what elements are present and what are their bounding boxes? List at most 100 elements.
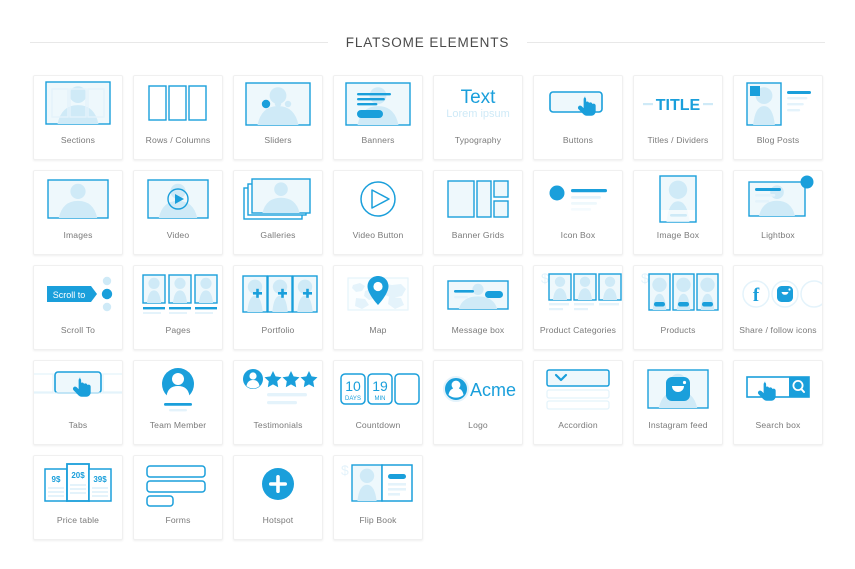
element-card-share-follow-icons[interactable]: f Share / follow icons [733, 265, 823, 350]
video-icon [134, 171, 222, 230]
element-card-tabs[interactable]: Tabs [33, 360, 123, 445]
currency-symbol: $ [641, 270, 649, 286]
element-card-hotspot[interactable]: Hotspot [233, 455, 323, 540]
element-card-instagram-feed[interactable]: Instagram feed [633, 360, 723, 445]
share-follow-icons-icon: f [734, 266, 822, 325]
element-card-accordion[interactable]: Accordion [533, 360, 623, 445]
element-card-map[interactable]: Map [333, 265, 423, 350]
countdown-days-value: 10 [345, 378, 361, 394]
element-card-video-button[interactable]: Video Button [333, 170, 423, 255]
element-card-label: Banners [361, 134, 395, 145]
element-card-pages[interactable]: Pages [133, 265, 223, 350]
element-card-flip-book[interactable]: $ Flip Book [333, 455, 423, 540]
element-card-countdown[interactable]: 10 DAYS 19 MIN Countdown [333, 360, 423, 445]
facebook-glyph: f [753, 285, 760, 306]
typography-icon: Text Lorem ipsum [434, 76, 522, 135]
countdown-days-unit: DAYS [345, 396, 361, 402]
element-card-testimonials[interactable]: Testimonials [233, 360, 323, 445]
element-card-galleries[interactable]: Galleries [233, 170, 323, 255]
element-card-label: Images [63, 229, 93, 240]
logo-text: Acme [470, 380, 516, 400]
images-icon [34, 171, 122, 230]
element-card-label: Testimonials [253, 419, 303, 430]
element-card-label: Forms [165, 514, 191, 525]
element-card-buttons[interactable]: Buttons [533, 75, 623, 160]
testimonials-icon [234, 361, 322, 420]
element-card-label: Image Box [656, 229, 700, 240]
element-card-label: Lightbox [761, 229, 795, 240]
icon-box-icon [534, 171, 622, 230]
message-box-icon [434, 266, 522, 325]
element-card-icon-box[interactable]: Icon Box [533, 170, 623, 255]
element-card-label: Price table [56, 514, 100, 525]
element-card-label: Accordion [558, 419, 598, 430]
element-card-search-box[interactable]: Search box [733, 360, 823, 445]
element-card-label: Banner Grids [451, 229, 505, 240]
banner-grids-icon [434, 171, 522, 230]
element-card-label: Share / follow icons [739, 324, 817, 335]
element-card-label: Icon Box [560, 229, 596, 240]
countdown-icon: 10 DAYS 19 MIN [334, 361, 422, 420]
element-card-team-member[interactable]: Team Member [133, 360, 223, 445]
titles-dividers-icon: TITLE [634, 76, 722, 135]
element-card-label: Typography [454, 134, 502, 145]
galleries-icon [234, 171, 322, 230]
title-text: TITLE [656, 97, 701, 114]
element-card-forms[interactable]: Forms [133, 455, 223, 540]
tabs-icon [34, 361, 122, 420]
element-card-label: Titles / Dividers [647, 134, 709, 145]
price-3: 39$ [93, 475, 107, 484]
heading-rule-right [527, 41, 826, 43]
element-card-blog-posts[interactable]: Blog Posts [733, 75, 823, 160]
blog-posts-icon [734, 76, 822, 135]
search-box-icon [734, 361, 822, 420]
element-card-video[interactable]: Video [133, 170, 223, 255]
element-card-portfolio[interactable]: Portfolio [233, 265, 323, 350]
element-card-products[interactable]: $ Products [633, 265, 723, 350]
element-card-label: Tabs [68, 419, 88, 430]
price-1: 9$ [52, 475, 61, 484]
countdown-min-value: 19 [372, 378, 388, 394]
element-card-sections[interactable]: Sections [33, 75, 123, 160]
element-card-message-box[interactable]: Message box [433, 265, 523, 350]
typography-sub-text: Lorem ipsum [446, 108, 510, 120]
element-card-titles-dividers[interactable]: TITLE Titles / Dividers [633, 75, 723, 160]
element-card-label: Products [660, 324, 696, 335]
element-card-image-box[interactable]: Image Box [633, 170, 723, 255]
lightbox-icon [734, 171, 822, 230]
logo-icon: Acme [434, 361, 522, 420]
element-card-label: Buttons [562, 134, 594, 145]
element-card-logo[interactable]: Acme Logo [433, 360, 523, 445]
element-card-label: Sliders [264, 134, 292, 145]
element-card-product-categories[interactable]: $ Product Categories [533, 265, 623, 350]
image-box-icon [634, 171, 722, 230]
pages-icon [134, 266, 222, 325]
heading-rule-left [30, 41, 328, 43]
element-card-scroll-to[interactable]: Scroll to Scroll To [33, 265, 123, 350]
element-card-label: Portfolio [261, 324, 295, 335]
element-card-label: Blog Posts [756, 134, 800, 145]
element-card-typography[interactable]: Text Lorem ipsum Typography [433, 75, 523, 160]
element-card-lightbox[interactable]: Lightbox [733, 170, 823, 255]
video-button-icon [334, 171, 422, 230]
element-card-label: Product Categories [539, 324, 617, 335]
price-table-icon: 9$ 20$ 39$ [34, 456, 122, 515]
currency-symbol: $ [341, 462, 349, 478]
element-card-price-table[interactable]: 9$ 20$ 39$ Price table [33, 455, 123, 540]
element-card-rows-columns[interactable]: Rows / Columns [133, 75, 223, 160]
element-card-banners[interactable]: Banners [333, 75, 423, 160]
element-card-label: Video [166, 229, 190, 240]
element-card-label: Countdown [355, 419, 401, 430]
sliders-icon [234, 76, 322, 135]
scroll-to-text: Scroll to [53, 290, 86, 300]
element-card-label: Pages [165, 324, 191, 335]
element-card-banner-grids[interactable]: Banner Grids [433, 170, 523, 255]
element-card-sliders[interactable]: Sliders [233, 75, 323, 160]
currency-symbol: $ [541, 270, 549, 286]
page-heading: FLATSOME ELEMENTS [0, 22, 855, 62]
map-icon [334, 266, 422, 325]
sections-icon [34, 76, 122, 135]
element-card-images[interactable]: Images [33, 170, 123, 255]
element-card-label: Logo [468, 419, 488, 430]
products-icon: $ [634, 266, 722, 325]
